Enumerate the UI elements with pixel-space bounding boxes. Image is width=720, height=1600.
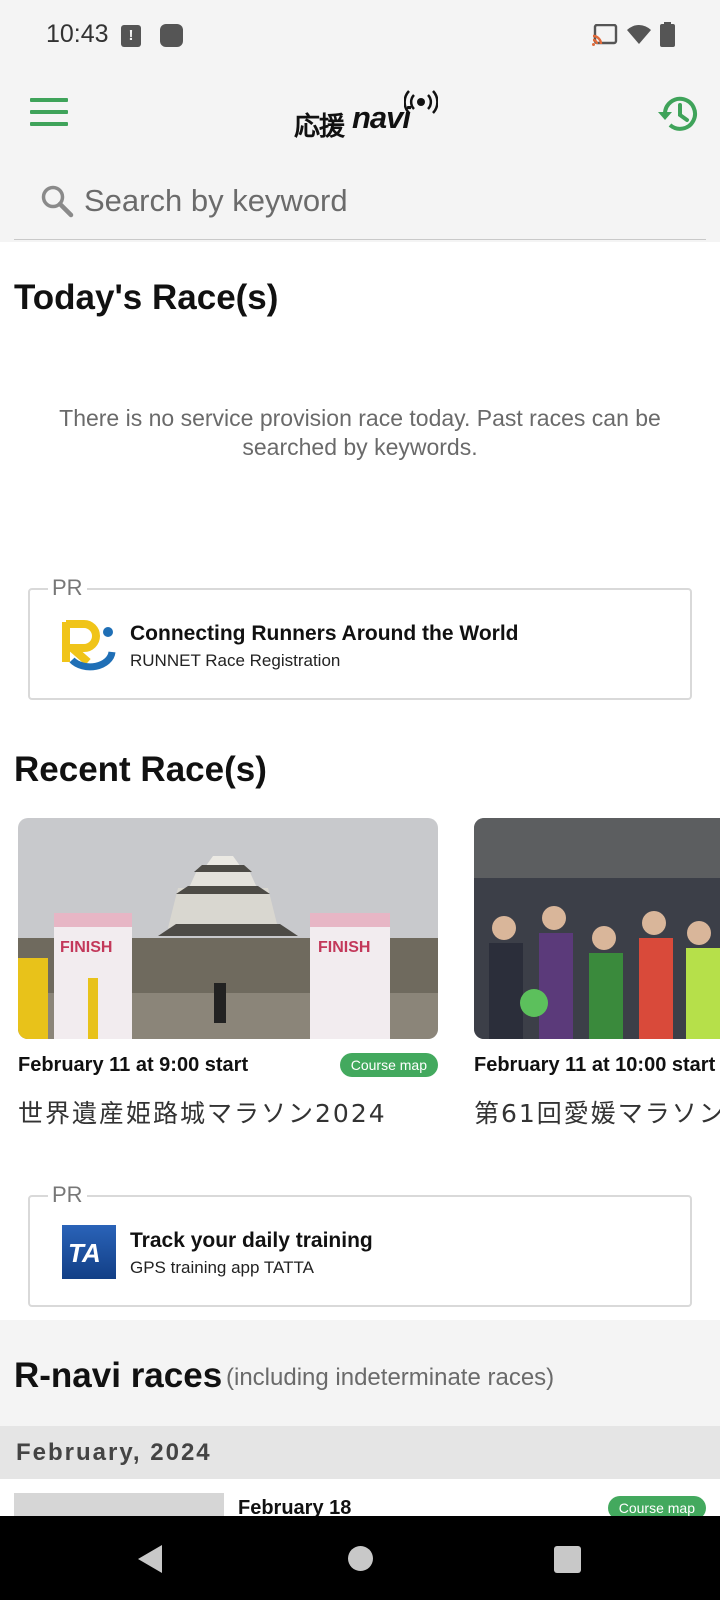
list-item[interactable]: February 18 Course map — [0, 1479, 720, 1519]
finish-sign-left: FINISH — [60, 939, 112, 956]
battery-icon — [660, 22, 675, 47]
pr-title: Connecting Runners Around the World — [130, 622, 519, 645]
pr-banner-tatta[interactable]: PR TA Track your daily training GPS trai… — [28, 1182, 692, 1307]
pr-banner-runnet[interactable]: PR Connecting Runners Around the World R… — [28, 575, 692, 700]
race-name: 第61回愛媛マラソン — [474, 1099, 720, 1128]
finish-sign-right: FINISH — [318, 939, 370, 956]
marathon-crowd-photo — [474, 818, 720, 1039]
status-time: 10:43 — [46, 20, 109, 48]
broadcast-icon — [404, 90, 438, 114]
record-icon — [160, 24, 183, 47]
search-bar[interactable] — [14, 172, 706, 240]
logo-navi-text: navi — [352, 100, 411, 135]
app-logo: 応援 navi — [294, 90, 444, 142]
pr-subtitle: RUNNET Race Registration — [130, 651, 341, 670]
rnavi-subtitle: (including indeterminate races) — [226, 1364, 555, 1391]
home-icon[interactable] — [348, 1546, 373, 1571]
rnavi-title: R-navi races — [14, 1356, 223, 1395]
race-date: February 11 at 10:00 start — [474, 1054, 716, 1076]
cast-icon — [592, 24, 618, 46]
no-race-message: There is no service provision race today… — [59, 405, 661, 460]
menu-icon[interactable] — [30, 98, 68, 128]
tatta-logo: TA — [62, 1225, 116, 1279]
race-date: February 11 at 9:00 start — [18, 1054, 249, 1076]
race-photo-ehime — [474, 818, 720, 1039]
search-icon — [41, 185, 74, 218]
himeji-castle-photo: FINISH FINISH — [18, 818, 438, 1039]
search-input[interactable] — [84, 178, 684, 224]
month-header: February, 2024 — [0, 1426, 720, 1479]
recents-icon[interactable] — [554, 1546, 581, 1573]
recent-races-title: Recent Race(s) — [14, 750, 267, 789]
todays-races-title: Today's Race(s) — [14, 278, 279, 317]
history-icon[interactable] — [656, 92, 700, 136]
logo-jp-text: 応援 — [294, 112, 345, 142]
status-bar: 10:43 ! — [0, 0, 720, 72]
rnavi-section: R-navi races (including indeterminate ra… — [0, 1320, 720, 1519]
tatta-logo-text: TA — [68, 1238, 101, 1268]
race-name: 世界遺産姫路城マラソン2024 — [18, 1099, 387, 1128]
pr-subtitle: GPS training app TATTA — [130, 1258, 314, 1277]
back-icon[interactable] — [136, 1544, 164, 1574]
race-card-himeji[interactable]: FINISH FINISH February 11 at 9:00 start … — [18, 818, 438, 1128]
app-bar: 応援 navi — [0, 72, 720, 242]
pr-label: PR — [48, 575, 87, 601]
race-photo-himeji: FINISH FINISH — [18, 818, 438, 1039]
course-map-button[interactable]: Course map — [339, 1053, 438, 1077]
pr-label: PR — [48, 1182, 87, 1208]
system-nav-bar — [0, 1516, 720, 1600]
wifi-icon — [627, 25, 651, 44]
pr-title: Track your daily training — [130, 1229, 373, 1252]
month-label: February, 2024 — [16, 1439, 212, 1466]
race-card-ehime[interactable]: February 11 at 10:00 start 第61回愛媛マラソン — [474, 818, 720, 1138]
sim-alert-icon: ! — [121, 25, 141, 47]
runnet-logo — [62, 620, 116, 671]
